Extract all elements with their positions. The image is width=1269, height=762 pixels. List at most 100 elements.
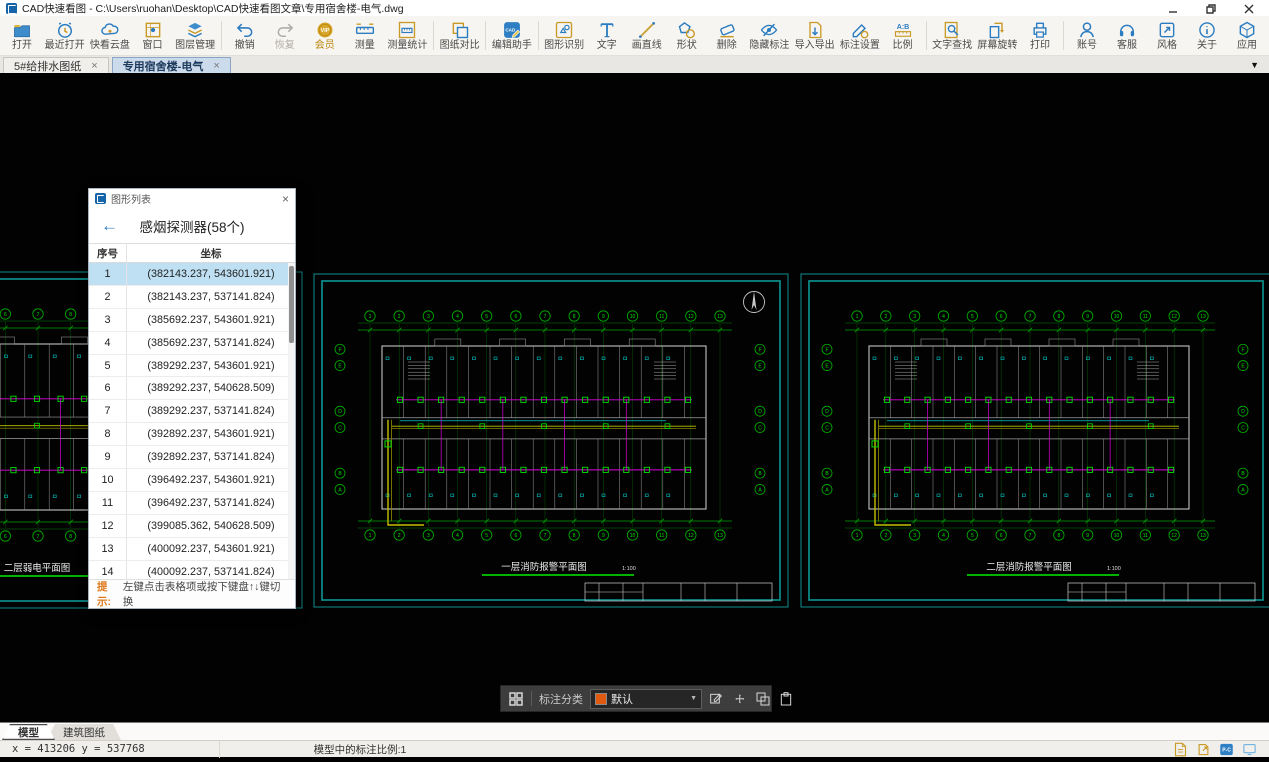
toolbar-screen-rotate-button[interactable]: 屏幕旋转	[975, 16, 1020, 55]
graphic-list-row[interactable]: 2(382143.237, 537141.824)	[89, 286, 295, 309]
toolbar-vip-member-button[interactable]: VIP会员	[305, 16, 345, 55]
svg-text:5: 5	[971, 314, 974, 320]
pdf-export-icon[interactable]	[1196, 742, 1211, 757]
row-coordinate: (399085.362, 540628.509)	[127, 515, 295, 537]
toolbar-separator	[433, 21, 434, 50]
annotation-paste-icon[interactable]	[778, 691, 794, 707]
cad-sheet-2[interactable]: 1122334455667788991010111112121313FFEEDD…	[312, 272, 790, 609]
minimize-button[interactable]	[1167, 2, 1179, 14]
graphic-list-row[interactable]: 8(392892.237, 543601.921)	[89, 423, 295, 446]
tip-text: 左键点击表格项或按下键盘↑↓键切换	[123, 579, 287, 609]
annotation-edit-icon[interactable]	[709, 691, 725, 707]
svg-text:5: 5	[485, 533, 488, 539]
layout-tab-sheet[interactable]: 建筑图纸	[47, 724, 121, 740]
svg-text:12: 12	[1171, 314, 1177, 320]
cad-sheet-3[interactable]: 1122334455667788991010111112121313FFEEDD…	[799, 272, 1269, 609]
svg-text:6: 6	[514, 533, 517, 539]
graphic-list-row[interactable]: 3(385692.237, 543601.921)	[89, 309, 295, 332]
cad-logo-icon	[95, 193, 106, 204]
toolbar-label: 文字查找	[932, 41, 972, 51]
svg-text:4: 4	[456, 314, 459, 320]
tab-close-icon[interactable]: ×	[213, 60, 219, 72]
rotate-icon	[987, 20, 1007, 40]
display-setting-icon[interactable]	[1242, 742, 1257, 757]
toolbar-annotation-settings-button[interactable]: 标注设置	[837, 16, 882, 55]
toolbar-recent-open-button[interactable]: 最近打开	[42, 16, 87, 55]
graphic-list-row[interactable]: 9(392892.237, 537141.824)	[89, 446, 295, 469]
toolbar-layer-manage-button[interactable]: 图层管理	[173, 16, 218, 55]
toolbar-measure-button[interactable]: 测量	[345, 16, 385, 55]
scrollbar-track[interactable]	[288, 263, 295, 579]
toolbar-scale-button[interactable]: A:B比例	[883, 16, 923, 55]
svg-text:B: B	[825, 471, 829, 477]
row-index: 4	[89, 332, 127, 354]
toolbar-window-button[interactable]: 窗口	[133, 16, 173, 55]
graphic-list-row[interactable]: 5(389292.237, 543601.921)	[89, 355, 295, 378]
toolbar-collapse-icon[interactable]: ▼	[1250, 61, 1259, 70]
graphic-list-row[interactable]: 12(399085.362, 540628.509)	[89, 515, 295, 538]
annotation-move-icon[interactable]	[732, 691, 748, 707]
toolbar-apps-button[interactable]: 应用	[1227, 16, 1267, 55]
svg-text:E: E	[825, 364, 829, 370]
toolbar-drawing-compare-button[interactable]: 图纸对比	[437, 16, 482, 55]
svg-text:E: E	[338, 364, 342, 370]
toolbar-shapes-button[interactable]: 形状	[667, 16, 707, 55]
svg-text:A:B: A:B	[896, 23, 909, 31]
restore-button[interactable]	[1205, 2, 1217, 14]
svg-text:B: B	[1241, 471, 1245, 477]
back-arrow-icon[interactable]: ←	[101, 217, 118, 234]
scrollbar-thumb[interactable]	[289, 266, 294, 343]
text-doc-icon[interactable]	[1173, 742, 1188, 757]
tip-label: 提示:	[97, 579, 121, 609]
doc-tab-active[interactable]: 专用宿舍楼-电气×	[112, 57, 231, 74]
graphic-list-row[interactable]: 1(382143.237, 543601.921)	[89, 263, 295, 286]
toolbar-find-text-button[interactable]: 文字查找	[930, 16, 975, 55]
doc-tab-inactive[interactable]: 5#给排水图纸×	[3, 57, 109, 74]
layout-tab-model[interactable]: 模型	[2, 724, 55, 740]
row-coordinate: (400092.237, 537141.824)	[127, 561, 295, 579]
toolbar-about-button[interactable]: 关于	[1187, 16, 1227, 55]
toolbar-account-button[interactable]: 账号	[1067, 16, 1107, 55]
toolbar-measure-stats-button[interactable]: 测量统计	[385, 16, 430, 55]
graphic-list-row[interactable]: 7(389292.237, 537141.824)	[89, 400, 295, 423]
row-coordinate: (392892.237, 537141.824)	[127, 446, 295, 468]
toolbar-cloud-drive-button[interactable]: 快看云盘	[87, 16, 132, 55]
undo-icon	[235, 20, 255, 40]
toolbar-undo-button[interactable]: 撤销	[225, 16, 265, 55]
measure-stats-icon	[397, 20, 417, 40]
annotation-grid-icon[interactable]	[508, 691, 524, 707]
toolbar-service-button[interactable]: 客服	[1107, 16, 1147, 55]
svg-text:7: 7	[544, 314, 547, 320]
toolbar-shape-recognition-button[interactable]: 图形识别	[542, 16, 587, 55]
toolbar-redo-button[interactable]: 恢复	[265, 16, 305, 55]
toolbar-draw-line-button[interactable]: 画直线	[627, 16, 667, 55]
graphic-list-row[interactable]: 6(389292.237, 540628.509)	[89, 377, 295, 400]
row-index: 5	[89, 355, 127, 377]
toolbar-text-button[interactable]: 文字	[587, 16, 627, 55]
tab-close-icon[interactable]: ×	[91, 60, 97, 72]
svg-text:9: 9	[602, 533, 605, 539]
toolbar-separator	[485, 21, 486, 50]
dialog-close-icon[interactable]: ×	[282, 193, 289, 205]
toolbar-label: 撤销	[235, 41, 255, 51]
dialog-titlebar[interactable]: 图形列表 ×	[89, 189, 295, 208]
toolbar-open-button[interactable]: 打开	[2, 16, 42, 55]
toolbar-hide-annotation-button[interactable]: 隐藏标注	[747, 16, 792, 55]
pdf-to-cad-icon[interactable]: P-C	[1219, 742, 1234, 757]
toolbar-import-export-button[interactable]: 导入导出	[792, 16, 837, 55]
graphic-list-row[interactable]: 10(396492.237, 543601.921)	[89, 469, 295, 492]
svg-text:1:100: 1:100	[1107, 566, 1121, 572]
graphic-list-row[interactable]: 13(400092.237, 543601.921)	[89, 538, 295, 561]
toolbar-edit-assistant-button[interactable]: CAD编辑助手	[489, 16, 534, 55]
close-button[interactable]	[1243, 2, 1255, 14]
graphic-list-row[interactable]: 14(400092.237, 537141.824)	[89, 561, 295, 579]
annotation-copy-icon[interactable]	[755, 691, 771, 707]
graphic-list-row[interactable]: 4(385692.237, 537141.824)	[89, 332, 295, 355]
graphic-list-row[interactable]: 11(396492.237, 537141.824)	[89, 492, 295, 515]
toolbar-style-button[interactable]: 风格	[1147, 16, 1187, 55]
svg-text:E: E	[758, 364, 762, 370]
toolbar-delete-button[interactable]: 删除	[707, 16, 747, 55]
row-coordinate: (385692.237, 537141.824)	[127, 332, 295, 354]
annotation-class-dropdown[interactable]: 默认 ▼	[590, 689, 702, 709]
toolbar-print-button[interactable]: 打印	[1020, 16, 1060, 55]
